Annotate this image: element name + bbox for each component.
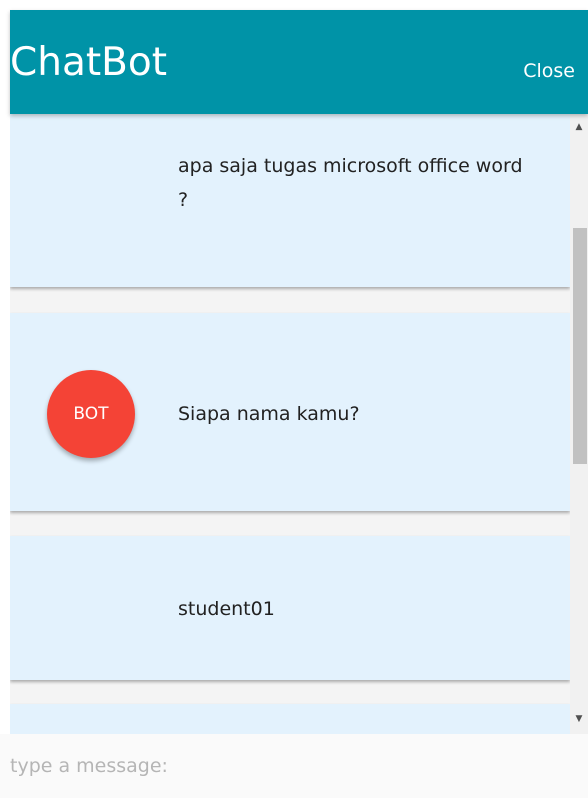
message-item-partial: [10, 704, 570, 734]
message-item-user: apa saja tugas microsoft office word ?: [10, 114, 570, 287]
message-item-user: student01: [10, 536, 570, 680]
message-input-bar: [0, 734, 588, 798]
message-list[interactable]: apa saja tugas microsoft office word ? B…: [10, 114, 588, 734]
page-title: ChatBot: [10, 40, 168, 85]
message-input[interactable]: [10, 734, 580, 798]
chatbot-window: ChatBot Close apa saja tugas microsoft o…: [0, 0, 588, 798]
message-text: apa saja tugas microsoft office word ?: [178, 155, 523, 211]
triangle-up-icon[interactable]: ▲: [570, 118, 588, 136]
scroll-thumb[interactable]: [573, 228, 587, 464]
message-item-bot: BOT Siapa nama kamu?: [10, 313, 570, 511]
chat-header: ChatBot Close: [10, 10, 588, 114]
bot-avatar: BOT: [47, 370, 135, 458]
message-text: student01: [178, 598, 275, 620]
message-text: Siapa nama kamu?: [178, 403, 360, 425]
close-button[interactable]: Close: [523, 62, 575, 81]
triangle-down-icon[interactable]: ▼: [570, 710, 588, 728]
scrollbar[interactable]: ▲ ▼: [570, 114, 588, 734]
avatar-label: BOT: [73, 404, 109, 424]
